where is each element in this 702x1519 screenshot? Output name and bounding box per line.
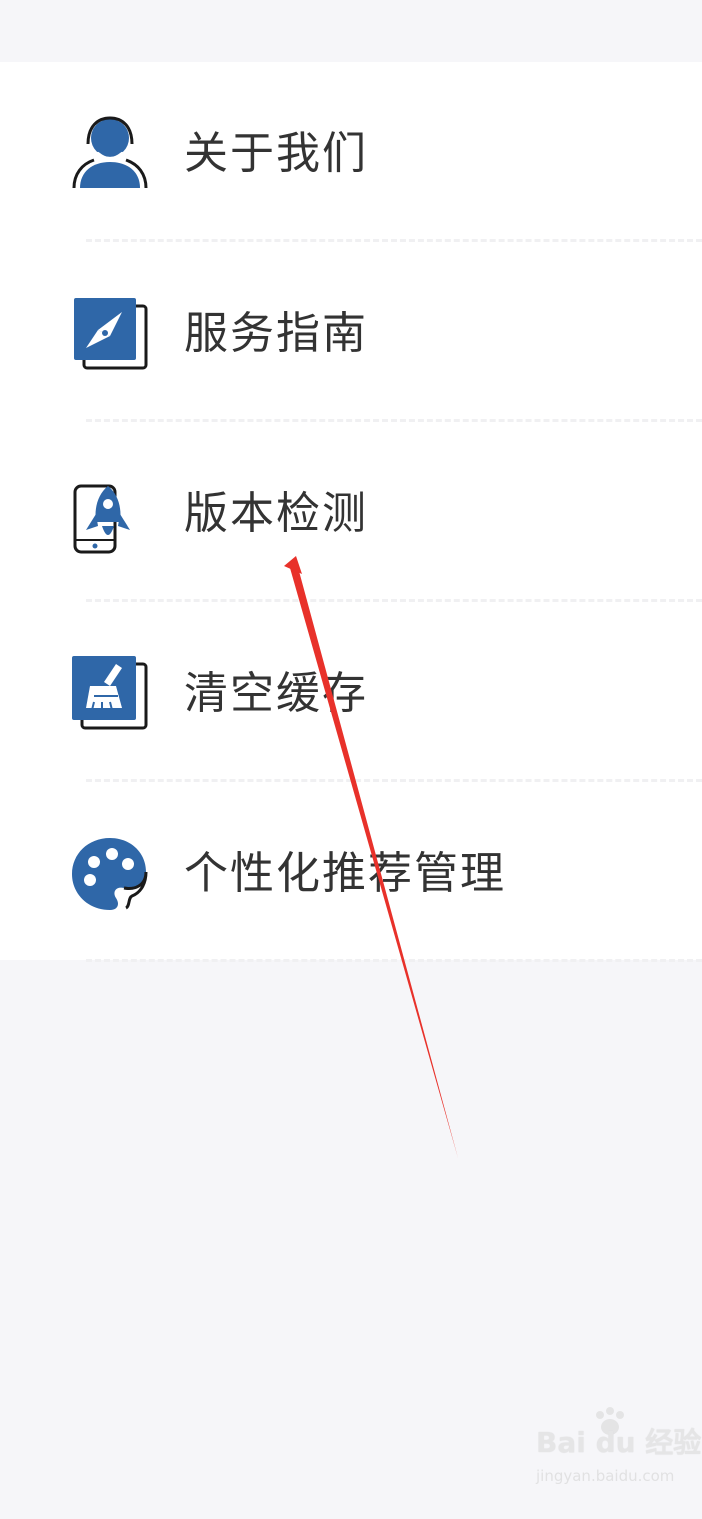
menu-item-label: 版本检测 — [184, 488, 368, 539]
watermark-logo-text: Bai du 经验 — [536, 1426, 702, 1459]
settings-menu: 关于我们 服务指南 版本检测 清空缓存 个性化推荐管理 — [0, 62, 702, 962]
menu-item-service-guide[interactable]: 服务指南 — [0, 242, 702, 422]
palette-icon — [72, 836, 148, 912]
compass-icon — [72, 296, 148, 372]
broom-icon — [72, 656, 148, 732]
menu-item-label: 服务指南 — [184, 308, 368, 359]
menu-item-label: 关于我们 — [184, 128, 368, 179]
user-support-icon — [72, 114, 148, 190]
rocket-icon — [72, 482, 148, 558]
menu-item-label: 个性化推荐管理 — [184, 848, 506, 899]
menu-item-about-us[interactable]: 关于我们 — [0, 62, 702, 242]
menu-item-version-check[interactable]: 版本检测 — [0, 422, 702, 602]
menu-item-label: 清空缓存 — [184, 668, 368, 719]
menu-divider — [86, 959, 702, 962]
menu-item-clear-cache[interactable]: 清空缓存 — [0, 602, 702, 782]
watermark: Bai du 经验 jingyan.baidu.com — [536, 1407, 701, 1497]
watermark-url: jingyan.baidu.com — [536, 1467, 675, 1485]
menu-item-personalized-recommendation[interactable]: 个性化推荐管理 — [0, 782, 702, 962]
